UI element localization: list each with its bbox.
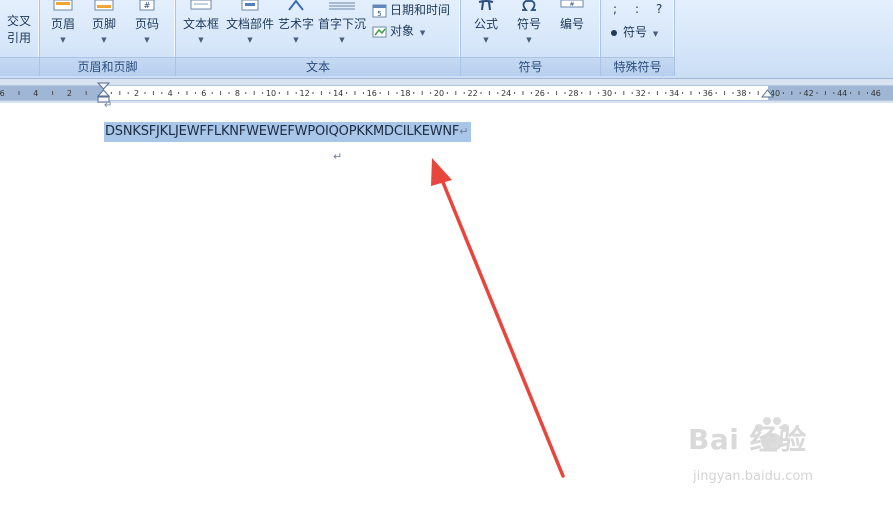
arrow-head <box>431 158 452 186</box>
arrow-shaft <box>438 173 565 478</box>
watermark-logo: Bai 经验 <box>688 423 807 456</box>
watermark-url: jingyan.baidu.com <box>693 469 813 484</box>
